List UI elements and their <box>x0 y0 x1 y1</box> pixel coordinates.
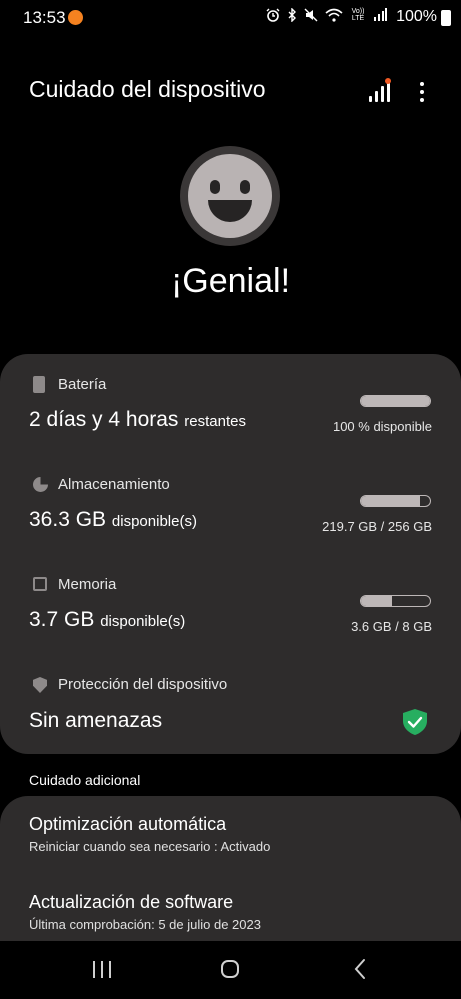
memory-label: Memoria <box>58 576 117 593</box>
navigation-bar <box>0 941 461 999</box>
wifi-icon <box>325 8 343 22</box>
signal-icon <box>374 8 387 21</box>
additional-care-heading: Cuidado adicional <box>29 772 141 788</box>
recents-icon <box>93 961 95 978</box>
storage-progress-fill <box>361 496 421 506</box>
more-dot-icon <box>420 98 424 102</box>
device-care-card: Batería 2 días y 4 horas restantes 100 %… <box>0 354 461 754</box>
protection-section[interactable]: Protección del dispositivo Sin amenazas <box>0 654 461 754</box>
more-options-button[interactable] <box>412 76 432 106</box>
battery-progress-bar <box>360 395 431 407</box>
memory-available: 3.7 GB <box>29 608 95 631</box>
protection-label: Protección del dispositivo <box>58 676 228 693</box>
back-button[interactable] <box>352 957 368 981</box>
battery-icon <box>441 10 451 26</box>
storage-unit: disponible(s) <box>111 513 197 530</box>
storage-detail: 219.7 GB / 256 GB <box>322 519 432 534</box>
recents-button[interactable] <box>92 961 112 978</box>
battery-value: 2 días y 4 horas restantes <box>29 408 246 432</box>
diagnostics-bar-icon <box>369 96 372 102</box>
memory-section[interactable]: Memoria 3.7 GB disponible(s) 3.6 GB / 8 … <box>0 554 461 654</box>
storage-section[interactable]: Almacenamiento 36.3 GB disponible(s) 219… <box>0 454 461 554</box>
smiley-mouth <box>208 200 252 222</box>
memory-chip-icon <box>33 577 47 591</box>
software-update-subtitle: Última comprobación: 5 de julio de 2023 <box>29 917 261 932</box>
storage-value: 36.3 GB disponible(s) <box>29 508 197 532</box>
app-notification-icon <box>68 10 83 25</box>
smiley-face-icon <box>180 146 280 246</box>
battery-unit: restantes <box>184 413 246 430</box>
status-time: 13:53 <box>23 8 66 27</box>
battery-detail: 100 % disponible <box>332 419 432 434</box>
diagnostics-bar-icon <box>381 86 384 102</box>
memory-value: 3.7 GB disponible(s) <box>29 608 185 632</box>
battery-icon <box>33 376 45 393</box>
memory-progress-fill <box>361 596 393 606</box>
software-update-title: Actualización de software <box>29 892 234 912</box>
notification-dot <box>385 78 391 84</box>
bluetooth-icon <box>288 8 296 22</box>
protection-status: Sin amenazas <box>29 709 163 732</box>
auto-optimization-item[interactable]: Optimización automática Reiniciar cuando… <box>29 814 449 854</box>
home-button[interactable] <box>221 960 239 978</box>
software-update-item[interactable]: Actualización de software Última comprob… <box>29 892 449 932</box>
more-dot-icon <box>420 82 424 86</box>
smiley-eye <box>210 180 220 194</box>
diagnostics-bar-icon <box>387 82 390 102</box>
protection-value: Sin amenazas <box>29 709 162 733</box>
status-bar: 13:53 Vo)) LTE 100% <box>0 0 461 36</box>
app-header: Cuidado del dispositivo <box>0 70 461 114</box>
alarm-icon <box>266 8 280 22</box>
battery-time-remaining: 2 días y 4 horas <box>29 408 179 431</box>
page-title: Cuidado del dispositivo <box>29 76 266 102</box>
recents-icon <box>109 961 111 978</box>
volte-icon: Vo)) LTE <box>351 8 365 22</box>
diagnostics-bar-icon <box>375 91 378 102</box>
recents-icon <box>101 961 103 978</box>
auto-optimization-subtitle: Reiniciar cuando sea necesario : Activad… <box>29 839 271 854</box>
mute-icon <box>304 8 318 22</box>
shield-icon <box>33 677 47 693</box>
more-dot-icon <box>420 90 424 94</box>
battery-section[interactable]: Batería 2 días y 4 horas restantes 100 %… <box>0 354 461 454</box>
storage-label: Almacenamiento <box>58 476 170 493</box>
battery-progress-fill <box>361 396 430 406</box>
diagnostics-button[interactable] <box>366 76 394 106</box>
storage-progress-bar <box>360 495 431 507</box>
memory-progress-bar <box>360 595 431 607</box>
smiley-eye <box>240 180 250 194</box>
memory-detail: 3.6 GB / 8 GB <box>351 619 432 634</box>
battery-percent: 100% <box>396 8 437 25</box>
memory-unit: disponible(s) <box>100 613 186 630</box>
smiley-face <box>188 154 272 238</box>
status-icons: Vo)) LTE <box>266 8 387 22</box>
storage-available: 36.3 GB <box>29 508 107 531</box>
battery-label: Batería <box>58 376 107 393</box>
status-heading: ¡Genial! <box>170 262 291 300</box>
storage-pie-icon <box>33 477 48 492</box>
shield-check-icon <box>403 709 427 735</box>
auto-optimization-title: Optimización automática <box>29 814 227 834</box>
